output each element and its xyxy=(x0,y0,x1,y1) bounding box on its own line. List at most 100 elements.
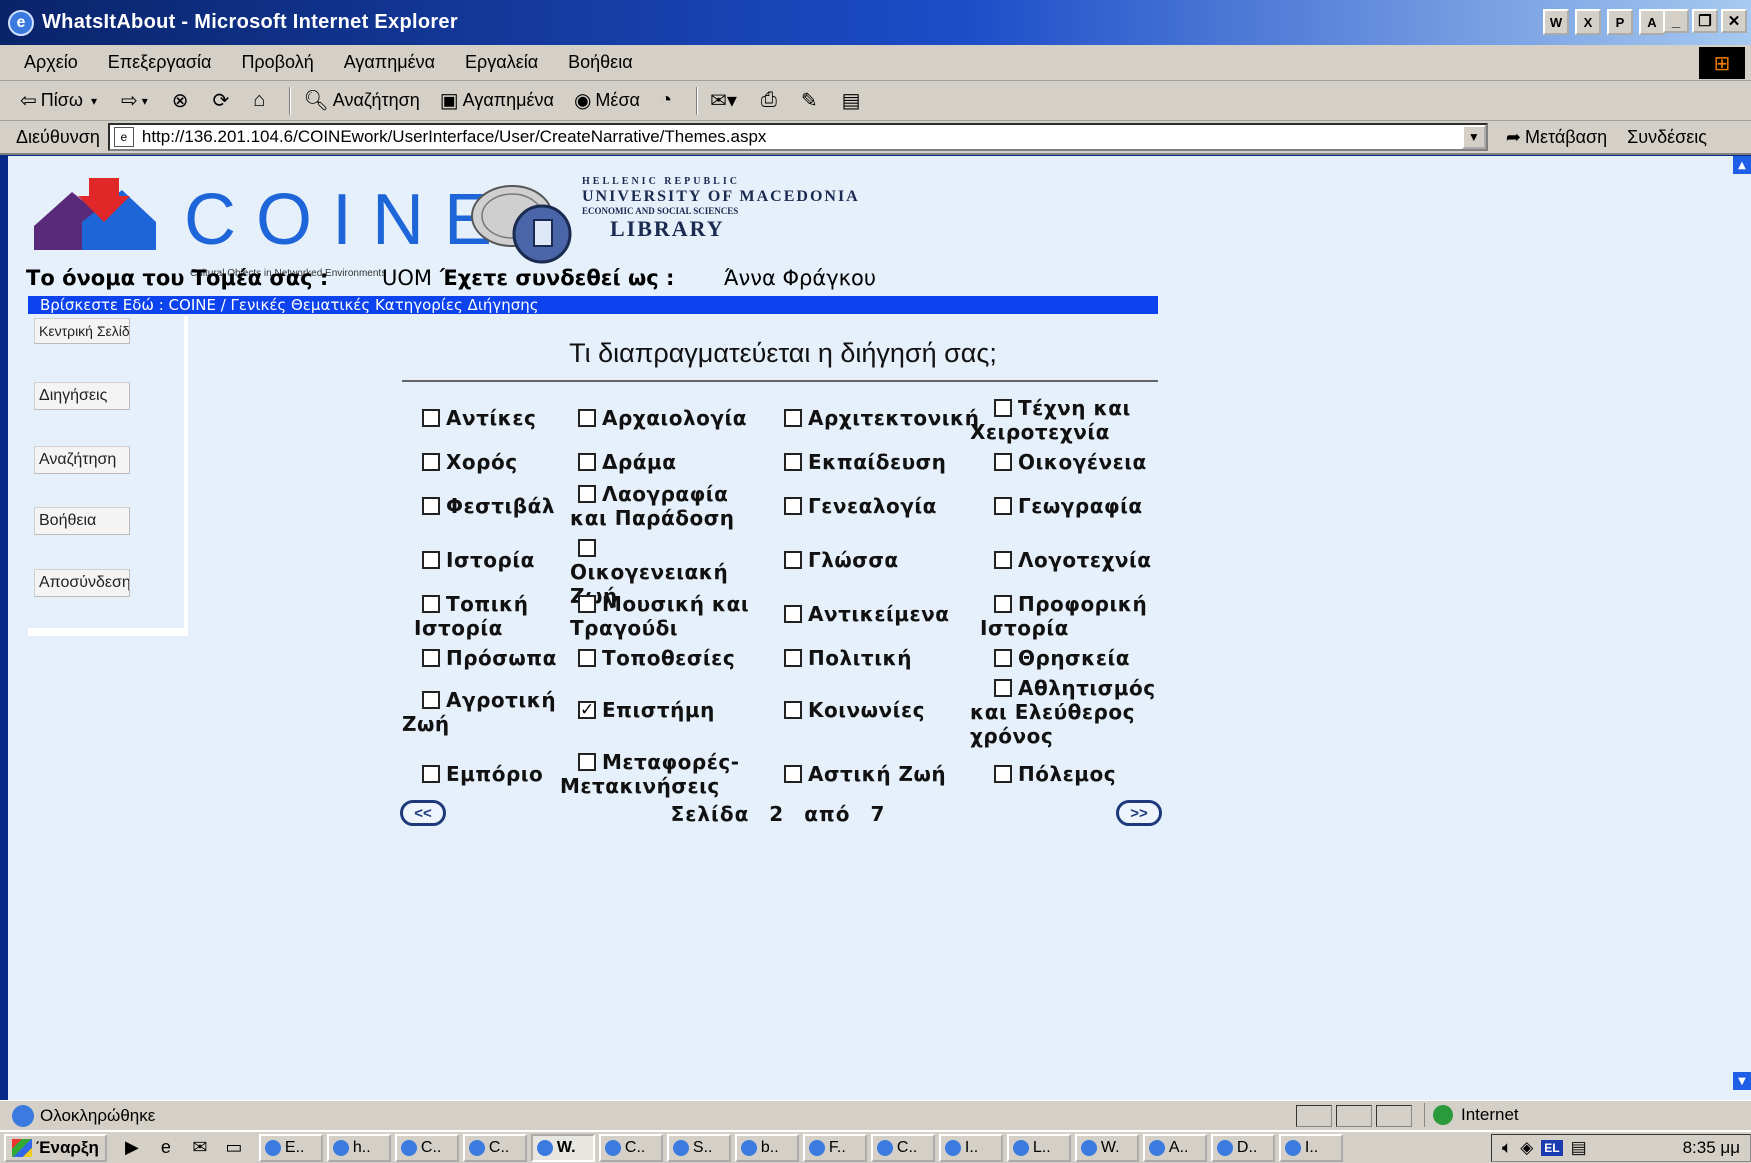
theme-option[interactable]: Γεωγραφία xyxy=(994,494,1143,518)
theme-checkbox[interactable] xyxy=(784,605,802,623)
theme-checkbox[interactable] xyxy=(422,551,440,569)
theme-checkbox[interactable] xyxy=(994,551,1012,569)
theme-option[interactable]: Λογοτεχνία xyxy=(994,548,1152,572)
taskbar-task-button[interactable]: b.. xyxy=(734,1133,799,1162)
theme-option[interactable]: Τέχνη και Χειροτεχνία xyxy=(970,396,1174,444)
menu-view[interactable]: Προβολή xyxy=(241,52,313,73)
theme-checkbox[interactable] xyxy=(784,765,802,783)
theme-checkbox[interactable] xyxy=(784,551,802,569)
language-indicator[interactable]: EL xyxy=(1541,1140,1563,1156)
ie-quicklaunch-icon[interactable]: e xyxy=(154,1136,178,1160)
media-player-icon[interactable]: ▶ xyxy=(120,1136,144,1160)
office-shortcut-powerpoint-icon[interactable]: P xyxy=(1607,9,1633,35)
theme-checkbox[interactable] xyxy=(784,453,802,471)
theme-checkbox[interactable] xyxy=(578,453,596,471)
next-page-button[interactable]: >> xyxy=(1116,800,1162,826)
desktop-quicklaunch-icon[interactable]: ▭ xyxy=(222,1136,246,1160)
theme-option[interactable]: Προφορική Ιστορία xyxy=(980,592,1174,640)
theme-option[interactable]: Αντίκες xyxy=(422,406,536,430)
theme-checkbox[interactable] xyxy=(422,765,440,783)
scroll-up-icon[interactable]: ▲ xyxy=(1733,156,1751,174)
forward-dropdown-icon[interactable]: ▾ xyxy=(142,94,148,108)
outlook-quicklaunch-icon[interactable]: ✉ xyxy=(188,1136,212,1160)
theme-option[interactable]: Εμπόριο xyxy=(422,762,543,786)
theme-option[interactable]: Τοποθεσίες xyxy=(578,646,735,670)
theme-option[interactable]: Αστική Ζωή xyxy=(784,762,946,786)
tray-app-icon[interactable]: ◈ xyxy=(1520,1138,1533,1158)
theme-option[interactable]: Αρχιτεκτονική xyxy=(784,406,979,430)
nav-help-button[interactable]: Βοήθεια xyxy=(34,507,130,535)
nav-home-button[interactable]: Κεντρική Σελίδα xyxy=(34,318,130,344)
theme-checkbox[interactable] xyxy=(578,698,596,722)
theme-option[interactable]: Αθλητισμός και Ελεύθερος χρόνος xyxy=(970,676,1174,748)
theme-checkbox[interactable] xyxy=(994,497,1012,515)
taskbar-task-button[interactable]: I.. xyxy=(938,1133,1003,1162)
theme-option[interactable]: Γλώσσα xyxy=(784,548,899,572)
theme-option[interactable]: Επιστήμη xyxy=(578,698,715,722)
stop-button[interactable]: ⊗ xyxy=(172,88,193,113)
nav-logout-button[interactable]: Αποσύνδεση xyxy=(34,569,130,597)
theme-option[interactable]: Αντικείμενα xyxy=(784,602,950,626)
theme-option[interactable]: Κοινωνίες xyxy=(784,698,925,722)
theme-checkbox[interactable] xyxy=(994,649,1012,667)
history-button[interactable]: ◔ xyxy=(660,89,676,112)
menu-file[interactable]: Αρχείο xyxy=(24,52,78,73)
office-shortcut-excel-icon[interactable]: X xyxy=(1575,9,1601,35)
theme-checkbox[interactable] xyxy=(994,399,1012,417)
theme-checkbox[interactable] xyxy=(578,649,596,667)
theme-checkbox[interactable] xyxy=(422,497,440,515)
theme-checkbox[interactable] xyxy=(578,595,596,613)
edit-button[interactable]: ✎ xyxy=(801,88,822,113)
menu-favorites[interactable]: Αγαπημένα xyxy=(344,52,435,73)
address-input[interactable]: e http://136.201.104.6/COINEwork/UserInt… xyxy=(107,123,1488,151)
theme-checkbox[interactable] xyxy=(578,753,596,771)
taskbar-task-button[interactable]: I.. xyxy=(1278,1133,1343,1162)
theme-checkbox[interactable] xyxy=(422,691,440,709)
favorites-button[interactable]: ▣ Αγαπημένα xyxy=(440,88,554,113)
discuss-button[interactable]: ▤ xyxy=(842,88,865,113)
theme-option[interactable]: Αρχαιολογία xyxy=(578,406,747,430)
refresh-button[interactable]: ⟳ xyxy=(213,88,234,113)
back-dropdown-icon[interactable]: ▾ xyxy=(91,94,97,108)
print-button[interactable]: ⎙ xyxy=(761,89,781,112)
taskbar-task-button[interactable]: C.. xyxy=(870,1133,935,1162)
office-shortcut-acrobat-icon[interactable]: A xyxy=(1639,9,1665,35)
theme-option[interactable]: Χορός xyxy=(422,450,518,474)
theme-checkbox[interactable] xyxy=(784,701,802,719)
theme-option[interactable]: Εκπαίδευση xyxy=(784,450,946,474)
taskbar-task-button[interactable]: F.. xyxy=(802,1133,867,1162)
theme-option[interactable]: Μουσική και Τραγούδι xyxy=(570,592,758,640)
nav-narratives-button[interactable]: Διηγήσεις xyxy=(34,382,130,410)
start-button[interactable]: Έναρξη xyxy=(4,1133,107,1162)
taskbar-task-button[interactable]: C.. xyxy=(598,1133,663,1162)
go-button[interactable]: ➦ Μετάβαση xyxy=(1506,127,1607,148)
taskbar-task-button[interactable]: C.. xyxy=(394,1133,459,1162)
theme-option[interactable]: Λαογραφία και Παράδοση xyxy=(570,482,758,530)
theme-option[interactable]: Οικογένεια xyxy=(994,450,1147,474)
forward-button[interactable]: ⇨ ▾ xyxy=(121,88,152,113)
theme-checkbox[interactable] xyxy=(784,497,802,515)
taskbar-task-button[interactable]: W. xyxy=(530,1133,595,1162)
taskbar-task-button[interactable]: S.. xyxy=(666,1133,731,1162)
previous-page-button[interactable]: << xyxy=(400,800,446,826)
theme-option[interactable]: Πολιτική xyxy=(784,646,912,670)
address-url[interactable]: http://136.201.104.6/COINEwork/UserInter… xyxy=(142,127,767,147)
nav-search-button[interactable]: Αναζήτηση xyxy=(34,446,130,474)
theme-checkbox[interactable] xyxy=(578,539,596,557)
scroll-down-icon[interactable]: ▼ xyxy=(1733,1072,1751,1090)
theme-checkbox[interactable] xyxy=(422,595,440,613)
theme-checkbox[interactable] xyxy=(578,409,596,427)
menu-edit[interactable]: Επεξεργασία xyxy=(108,52,212,73)
theme-option[interactable]: Δράμα xyxy=(578,450,677,474)
taskbar-task-button[interactable]: h.. xyxy=(326,1133,391,1162)
theme-checkbox[interactable] xyxy=(784,409,802,427)
office-shortcut-word-icon[interactable]: W xyxy=(1543,9,1569,35)
restore-button[interactable]: ❐ xyxy=(1692,9,1718,33)
theme-checkbox[interactable] xyxy=(578,485,596,503)
theme-checkbox[interactable] xyxy=(994,765,1012,783)
theme-option[interactable]: Ιστορία xyxy=(422,548,535,572)
theme-checkbox[interactable] xyxy=(422,409,440,427)
theme-option[interactable]: Θρησκεία xyxy=(994,646,1130,670)
theme-checkbox[interactable] xyxy=(422,453,440,471)
mail-button[interactable]: ✉▾ xyxy=(710,88,741,113)
